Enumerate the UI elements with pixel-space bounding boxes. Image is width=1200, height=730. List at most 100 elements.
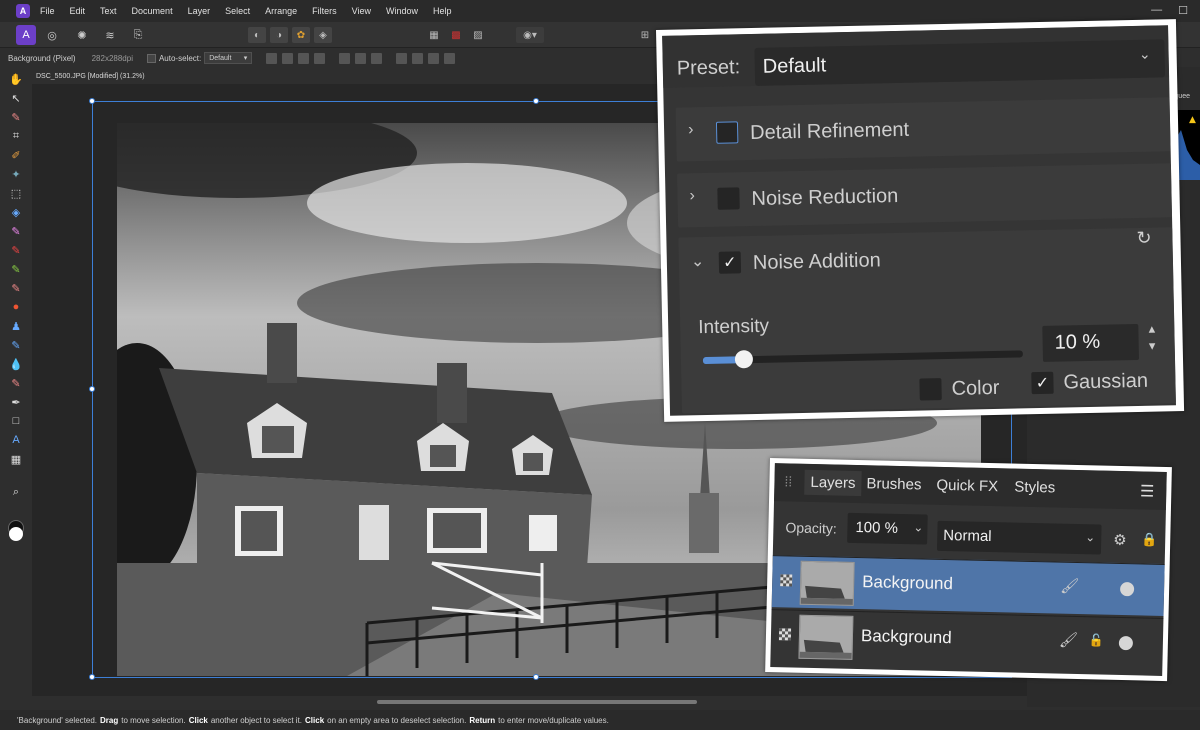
color-picker-icon[interactable]: ✎ — [9, 110, 23, 124]
crop-tool-icon[interactable]: ⌗ — [9, 129, 23, 143]
tab-layers[interactable]: Layers — [804, 469, 862, 497]
intensity-spinner[interactable]: ▲ ▼ — [1146, 322, 1158, 356]
chevron-right-icon[interactable]: › — [688, 121, 694, 139]
distribute-icon[interactable] — [298, 52, 310, 64]
align-center-icon[interactable] — [355, 52, 367, 64]
export-persona-icon[interactable]: ⎘ — [128, 25, 148, 45]
zoom-tool-icon[interactable]: ⌕ — [9, 485, 23, 499]
menu-view[interactable]: View — [352, 6, 371, 16]
color-checkbox[interactable] — [919, 378, 942, 401]
align-left-icon[interactable] — [339, 52, 351, 64]
resize-handle-top[interactable] — [533, 98, 539, 104]
rectangle-tool-icon[interactable]: □ — [9, 414, 23, 428]
blur-brush-icon[interactable]: ✎ — [9, 338, 23, 352]
erase-brush-icon[interactable]: ✎ — [9, 281, 23, 295]
padlock-icon[interactable]: 🔓 — [1089, 633, 1104, 647]
tab-styles[interactable]: Styles — [1014, 479, 1055, 497]
flood-select-icon[interactable]: ✦ — [9, 167, 23, 181]
quick-mask-icon[interactable]: ◉▾ — [516, 27, 544, 43]
preset-dropdown[interactable]: Default ⌄ — [754, 39, 1166, 86]
gradient-tool-icon[interactable]: ✎ — [9, 224, 23, 238]
paint-brush-icon[interactable]: ✎ — [9, 243, 23, 257]
spin-down-icon[interactable]: ▼ — [1147, 339, 1158, 356]
noise-reduction-checkbox[interactable] — [717, 187, 740, 210]
marquee-tool-icon[interactable]: ⬚ — [9, 186, 23, 200]
reset-icon[interactable]: ↻ — [1136, 228, 1152, 249]
tone-mapping-persona-icon[interactable]: ≋ — [100, 25, 120, 45]
horizontal-scrollbar[interactable] — [32, 697, 1027, 707]
snapping-icon[interactable]: ⊞ — [636, 27, 654, 43]
layer-visible-dot[interactable] — [1119, 581, 1135, 597]
intensity-input[interactable]: 10 % — [1042, 323, 1140, 362]
align-top-icon[interactable] — [396, 52, 408, 64]
chevron-down-icon[interactable]: ⌄ — [913, 520, 923, 534]
tab-quick-fx[interactable]: Quick FX — [936, 477, 998, 495]
tab-brushes[interactable]: Brushes — [866, 475, 921, 493]
text-tool-icon[interactable]: A — [9, 433, 23, 447]
section-noise-reduction[interactable]: › Noise Reduction — [677, 163, 1173, 228]
align-options-icon[interactable] — [444, 52, 456, 64]
transform-origin-icon[interactable] — [266, 52, 278, 64]
chevron-right-icon[interactable]: › — [689, 187, 695, 205]
detail-refinement-checkbox[interactable] — [715, 121, 739, 144]
align-middle-icon[interactable] — [412, 52, 424, 64]
auto-levels-icon[interactable]: ◑ — [270, 27, 288, 43]
menu-filters[interactable]: Filters — [312, 6, 337, 16]
auto-color-icon[interactable]: ✿ — [292, 27, 310, 43]
menu-document[interactable]: Document — [132, 6, 173, 16]
selection-mode-icon[interactable]: ▦ — [425, 27, 443, 43]
opacity-input[interactable]: 100 % ⌄ — [847, 512, 928, 545]
clone-brush-icon[interactable]: ♟ — [9, 319, 23, 333]
mesh-warp-icon[interactable]: ▦ — [9, 452, 23, 466]
arrange-icon[interactable] — [314, 52, 326, 64]
resize-handle-bottom-left[interactable] — [89, 674, 95, 680]
resize-handle-top-left[interactable] — [89, 98, 95, 104]
color-replacement-icon[interactable]: ✎ — [9, 262, 23, 276]
align-bottom-icon[interactable] — [428, 52, 440, 64]
auto-white-balance-icon[interactable]: ◈ — [314, 27, 332, 43]
layer-visible-dot[interactable] — [1118, 635, 1134, 651]
photo-persona-icon[interactable]: A — [16, 25, 36, 45]
gear-icon[interactable]: ⚙ — [1113, 531, 1127, 549]
auto-select-checkbox[interactable] — [146, 53, 156, 63]
layer-visibility-icon[interactable] — [780, 574, 793, 587]
hand-tool-icon[interactable]: ✋ — [9, 72, 23, 86]
resize-handle-left[interactable] — [89, 386, 95, 392]
document-tab[interactable]: DSC_5500.JPG [Modified] (31.2%) — [32, 68, 145, 84]
lock-icon[interactable]: 🔒 — [1141, 531, 1158, 547]
horizontal-scrollbar-thumb[interactable] — [377, 700, 697, 704]
invert-selection-icon[interactable]: ▨ — [469, 27, 487, 43]
liquify-persona-icon[interactable]: ◎ — [42, 25, 62, 45]
menu-arrange[interactable]: Arrange — [265, 6, 297, 16]
resize-handle-bottom[interactable] — [533, 674, 539, 680]
inpainting-brush-icon[interactable]: ✎ — [9, 376, 23, 390]
chevron-down-icon[interactable]: ⌄ — [691, 251, 705, 271]
adjustments-icon[interactable]: ◐ — [248, 27, 266, 43]
maximize-button[interactable]: ☐ — [1178, 4, 1188, 17]
layer-row[interactable]: Background 🖌 🔓 — [770, 609, 1164, 670]
noise-addition-checkbox[interactable]: ✓ — [718, 251, 742, 274]
align-right-icon[interactable] — [371, 52, 383, 64]
menu-text[interactable]: Text — [100, 6, 117, 16]
deselect-icon[interactable]: ▩ — [447, 27, 465, 43]
auto-select-dropdown[interactable]: Default ▾ — [204, 52, 253, 64]
develop-persona-icon[interactable]: ✺ — [72, 25, 92, 45]
blend-mode-dropdown[interactable]: Normal ⌄ — [936, 520, 1102, 555]
medium-blur-icon[interactable]: 💧 — [9, 357, 23, 371]
menu-window[interactable]: Window — [386, 6, 418, 16]
dodge-brush-icon[interactable]: ● — [9, 300, 23, 314]
section-detail-refinement[interactable]: › Detail Refinement — [675, 97, 1171, 162]
panel-menu-icon[interactable]: ☰ — [1140, 481, 1155, 501]
flood-fill-icon[interactable]: ◈ — [9, 205, 23, 219]
layer-visibility-icon[interactable] — [778, 628, 792, 641]
move-tool-icon[interactable]: ↖ — [9, 91, 23, 105]
panel-grip-icon[interactable]: ⁞⁞ — [784, 473, 792, 489]
pen-tool-icon[interactable]: ✒ — [9, 395, 23, 409]
minimize-button[interactable]: — — [1151, 4, 1162, 17]
menu-file[interactable]: File — [40, 6, 55, 16]
gaussian-checkbox[interactable]: ✓ — [1031, 371, 1054, 395]
menu-select[interactable]: Select — [225, 6, 250, 16]
menu-edit[interactable]: Edit — [70, 6, 86, 16]
align-icon[interactable] — [282, 52, 294, 64]
app-logo-icon[interactable]: A — [16, 4, 30, 18]
